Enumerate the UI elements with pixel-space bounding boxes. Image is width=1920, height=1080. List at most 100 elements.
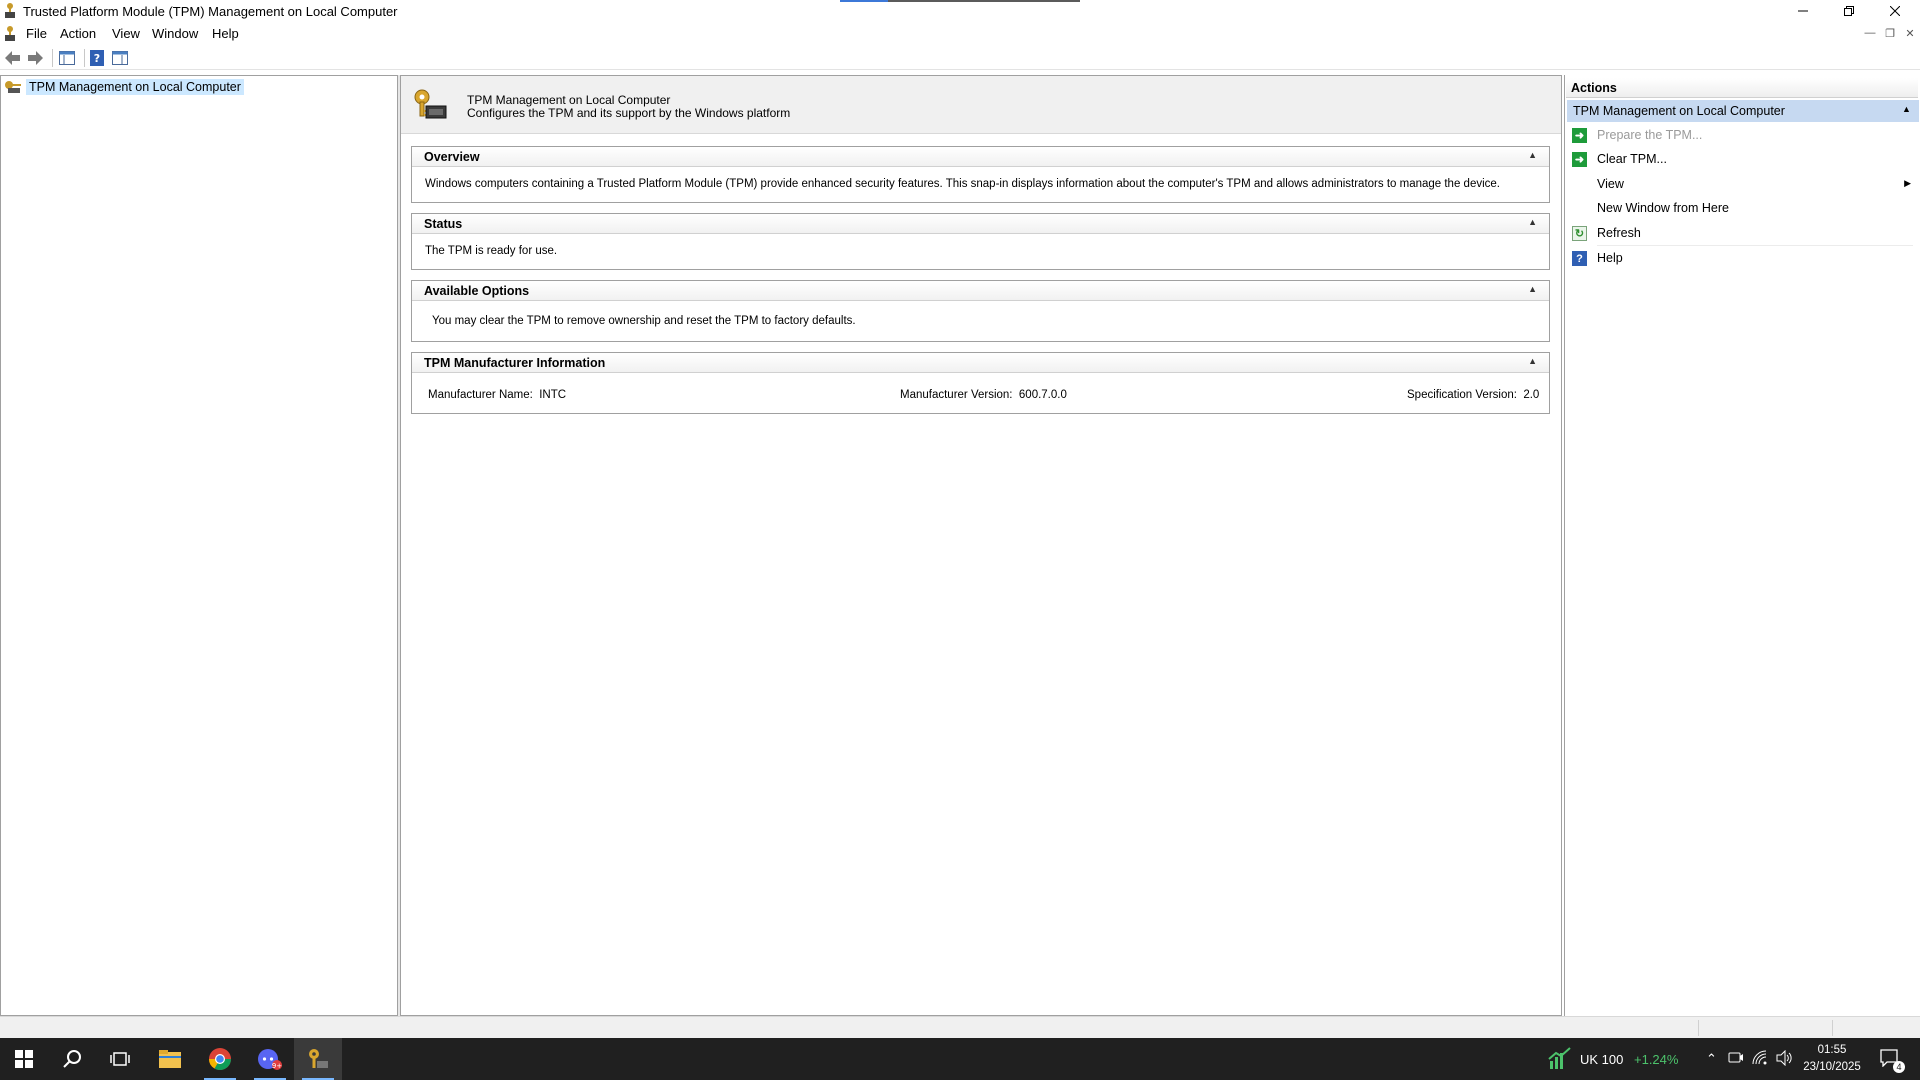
collapse-icon[interactable]: ▲ [1528, 150, 1537, 160]
available-options-title: Available Options [424, 284, 530, 298]
show-hide-console-tree-button[interactable] [58, 49, 76, 67]
help-toolbar-button[interactable]: ? [88, 49, 106, 67]
stock-chart-icon[interactable] [1548, 1047, 1572, 1072]
collapse-icon[interactable]: ▲ [1528, 284, 1537, 294]
menu-file[interactable]: File [26, 26, 47, 41]
action-help-label: Help [1597, 251, 1623, 265]
action-pane-icon [112, 51, 128, 65]
manufacturer-header[interactable]: TPM Manufacturer Information ▲ [412, 353, 1549, 373]
menu-action[interactable]: Action [60, 26, 96, 41]
available-options-section: Available Options ▲ You may clear the TP… [411, 280, 1550, 342]
help-icon: ? [1572, 251, 1587, 266]
restore-button[interactable] [1826, 0, 1872, 22]
restore-icon [1844, 6, 1854, 16]
overview-header[interactable]: Overview ▲ [412, 147, 1549, 167]
file-explorer-icon [159, 1050, 181, 1068]
manufacturer-version-value: 600.7.0.0 [1018, 389, 1067, 401]
mdi-restore-button[interactable]: ❐ [1883, 26, 1897, 40]
available-options-header[interactable]: Available Options ▲ [412, 281, 1549, 301]
chrome-icon [209, 1048, 231, 1070]
status-header[interactable]: Status ▲ [412, 214, 1549, 234]
camera-icon[interactable] [1728, 1050, 1744, 1069]
clock-time[interactable]: 01:55 [1803, 1044, 1861, 1056]
actions-title: Actions [1571, 81, 1617, 95]
toolbar [0, 46, 1920, 70]
search-button[interactable] [48, 1038, 96, 1080]
refresh-icon: ↻ [1572, 226, 1587, 241]
actions-title-bar: Actions [1566, 78, 1918, 98]
mdi-minimize-button[interactable]: — [1863, 26, 1877, 40]
console-tree-pane [0, 75, 398, 1016]
minimize-icon: — [1864, 27, 1876, 39]
tpm-snapin-button[interactable] [294, 1038, 342, 1080]
manufacturer-title: TPM Manufacturer Information [424, 356, 606, 370]
specification-version-field: Specification Version: 2.0 [1407, 389, 1539, 401]
action-refresh[interactable]: ↻ Refresh [1567, 222, 1919, 246]
collapse-icon[interactable]: ▲ [1528, 356, 1537, 366]
discord-icon: 9+ [258, 1049, 282, 1070]
action-divider [1597, 245, 1913, 246]
mdi-close-button[interactable]: ✕ [1903, 26, 1917, 40]
action-help[interactable]: ? Help [1567, 247, 1919, 271]
action-clear-tpm[interactable]: ➜ Clear TPM... [1567, 148, 1919, 172]
action-view[interactable]: View ▶ [1567, 173, 1919, 197]
stock-ticker-change[interactable]: +1.24% [1634, 1052, 1678, 1067]
forward-button[interactable] [26, 49, 44, 67]
specification-version-label: Specification Version: [1407, 389, 1517, 401]
toolbar-separator [84, 49, 85, 67]
minimize-button[interactable] [1780, 0, 1826, 22]
tree-item-tpm-management[interactable]: TPM Management on Local Computer [4, 78, 244, 95]
submenu-arrow-icon: ▶ [1904, 178, 1911, 188]
chrome-button[interactable] [196, 1038, 244, 1080]
restore-icon: ❐ [1885, 27, 1895, 40]
tpm-app-icon [3, 3, 17, 19]
action-view-label: View [1597, 177, 1624, 191]
manufacturer-version-label: Manufacturer Version: [900, 389, 1013, 401]
svg-text:9+: 9+ [272, 1062, 282, 1070]
discord-button[interactable]: 9+ [246, 1038, 294, 1080]
action-new-window[interactable]: New Window from Here [1567, 197, 1919, 221]
tree-item-label: TPM Management on Local Computer [26, 78, 244, 95]
file-explorer-button[interactable] [146, 1038, 194, 1080]
menu-help[interactable]: Help [212, 26, 239, 41]
action-prepare-tpm-label: Prepare the TPM... [1597, 128, 1703, 142]
actions-group-label: TPM Management on Local Computer [1573, 104, 1785, 118]
manufacturer-name-label: Manufacturer Name: [428, 389, 533, 401]
manufacturer-version-field: Manufacturer Version: 600.7.0.0 [900, 389, 1067, 401]
system-menu-icon[interactable] [3, 26, 17, 42]
menu-window[interactable]: Window [152, 26, 198, 41]
collapse-icon[interactable]: ▲ [1528, 217, 1537, 227]
console-tree-icon [59, 51, 75, 65]
forward-arrow-icon [28, 51, 43, 65]
task-view-icon [110, 1052, 130, 1066]
status-bar [0, 1016, 1920, 1038]
back-button[interactable] [4, 49, 22, 67]
svg-text:?: ? [94, 52, 100, 65]
title-accent-highlight [840, 0, 888, 2]
close-button[interactable] [1872, 0, 1918, 22]
task-view-button[interactable] [96, 1038, 144, 1080]
action-refresh-label: Refresh [1597, 226, 1641, 240]
result-pane-subtitle: Configures the TPM and its support by th… [467, 106, 791, 120]
status-bar-divider [1698, 1020, 1699, 1036]
menu-view[interactable]: View [112, 26, 140, 41]
network-icon[interactable] [1752, 1050, 1768, 1069]
clock-date[interactable]: 23/10/2025 [1798, 1061, 1866, 1073]
chevron-up-icon[interactable]: ⌃ [1706, 1051, 1717, 1067]
specification-version-value: 2.0 [1523, 389, 1540, 401]
toolbar-separator [52, 49, 53, 67]
overview-section: Overview ▲ Windows computers containing … [411, 146, 1550, 203]
menu-bar [0, 23, 1920, 45]
status-text: The TPM is ready for use. [425, 245, 558, 257]
action-prepare-tpm[interactable]: ➜ Prepare the TPM... [1567, 124, 1919, 148]
start-button[interactable] [0, 1038, 48, 1080]
tpm-key-icon [5, 80, 21, 93]
show-hide-action-pane-button[interactable] [111, 49, 129, 67]
status-title: Status [424, 217, 463, 231]
collapse-icon[interactable]: ▲ [1902, 104, 1911, 114]
green-arrow-icon: ➜ [1572, 128, 1587, 143]
stock-ticker-name[interactable]: UK 100 [1580, 1052, 1623, 1067]
overview-text: Windows computers containing a Trusted P… [425, 178, 1500, 190]
volume-icon[interactable] [1776, 1049, 1794, 1069]
notification-count-badge: 4 [1893, 1061, 1905, 1073]
